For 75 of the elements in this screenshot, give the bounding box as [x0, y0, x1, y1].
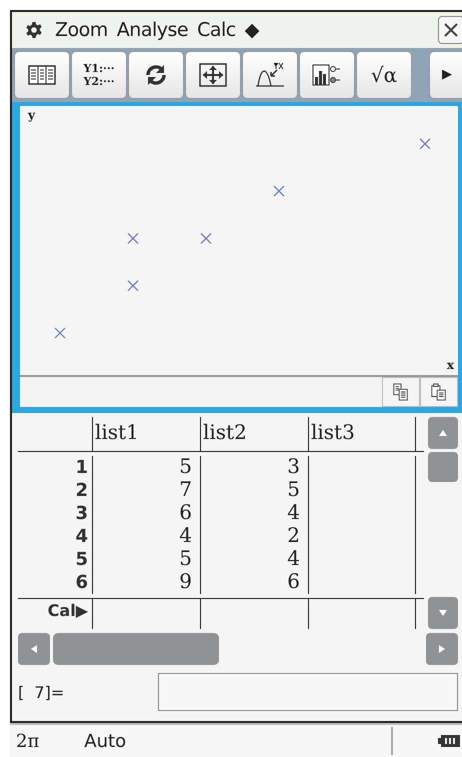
menu-item[interactable]: Analyse	[116, 18, 188, 41]
function-list-button[interactable]: Y1:··· Y2:···	[71, 50, 127, 99]
close-icon	[443, 22, 459, 38]
table-cell[interactable]: 5	[200, 479, 308, 502]
close-button[interactable]	[438, 16, 462, 44]
table-cell[interactable]: 6	[200, 571, 308, 594]
bar-chart-icon	[312, 62, 342, 87]
table-cell[interactable]: 3	[200, 456, 308, 480]
down-triangle-icon	[438, 608, 448, 618]
input-field[interactable]	[158, 673, 458, 712]
table-cell[interactable]	[308, 525, 416, 548]
four-arrows-icon	[199, 62, 227, 87]
table-icon	[28, 64, 56, 85]
row-number: 4	[75, 526, 88, 548]
curve-trace-icon	[255, 62, 285, 88]
toolbar-button[interactable]: √α	[356, 50, 412, 99]
table-cell[interactable]: 2	[200, 525, 308, 548]
plot-point	[54, 327, 66, 338]
calc-row-label[interactable]: Cal▶	[48, 601, 88, 620]
table-cell[interactable]: 9	[92, 571, 200, 594]
scroll-left-button[interactable]	[18, 633, 50, 666]
table-cell[interactable]	[308, 599, 416, 630]
table-cell[interactable]: 4	[200, 502, 308, 526]
table-cell[interactable]	[308, 502, 416, 526]
row-number: 5	[75, 549, 88, 570]
row-number: 6	[75, 572, 88, 594]
plot-point	[273, 185, 285, 196]
table-cell[interactable]	[308, 571, 416, 594]
row-number: 1	[75, 457, 88, 478]
toolbar-button[interactable]: ▶	[429, 50, 462, 99]
table-cell[interactable]	[308, 456, 416, 480]
copy-button[interactable]	[382, 377, 420, 408]
table-cell[interactable]: 7	[92, 479, 200, 502]
cell-reference: [ 7]=	[18, 682, 66, 702]
menu-item[interactable]: Calc	[197, 18, 236, 41]
refresh-icon	[144, 62, 168, 87]
table-cell[interactable]: 5	[92, 548, 200, 572]
calc-mode: Auto	[84, 730, 126, 752]
table-cell[interactable]	[308, 479, 416, 502]
paste-icon	[430, 383, 448, 402]
plot-point	[127, 232, 139, 244]
up-triangle-icon	[438, 428, 448, 438]
settings-icon[interactable]	[26, 22, 42, 38]
table-icon-button[interactable]	[14, 50, 70, 99]
column-header[interactable]: list2	[200, 417, 308, 452]
left-triangle-icon	[29, 644, 39, 654]
table-cell[interactable]: 5	[92, 456, 200, 480]
scrollbar-thumb[interactable]	[53, 633, 219, 666]
refresh-button[interactable]	[128, 50, 184, 99]
plot-point	[200, 232, 212, 244]
scroll-up-button[interactable]	[428, 417, 458, 450]
plot-point	[419, 138, 431, 150]
plot-point	[127, 280, 139, 292]
column-header[interactable]: list3	[308, 417, 416, 452]
scrollbar-thumb[interactable]	[428, 452, 458, 482]
angle-unit: 2π	[16, 730, 40, 752]
chart-icon-button[interactable]	[299, 50, 355, 99]
y-axis-label: y	[28, 108, 35, 121]
table-cell[interactable]: 4	[92, 525, 200, 548]
row-number: 2	[75, 480, 88, 502]
scroll-down-button[interactable]	[428, 597, 458, 630]
resize-button[interactable]	[185, 50, 241, 99]
x-axis-label: x	[446, 359, 454, 372]
copy-icon	[392, 383, 410, 402]
row-number: 3	[75, 503, 88, 524]
scroll-right-button[interactable]	[426, 633, 458, 666]
table-cell[interactable]	[308, 548, 416, 572]
table-cell[interactable]: 4	[200, 548, 308, 572]
menu-item[interactable]: ◆	[244, 18, 259, 41]
column-header[interactable]: list1	[92, 417, 200, 452]
menu-item[interactable]: Zoom	[55, 18, 108, 41]
trace-button[interactable]	[242, 50, 298, 99]
right-triangle-icon	[437, 644, 447, 654]
paste-button[interactable]	[420, 377, 458, 408]
table-cell[interactable]: 6	[92, 502, 200, 526]
